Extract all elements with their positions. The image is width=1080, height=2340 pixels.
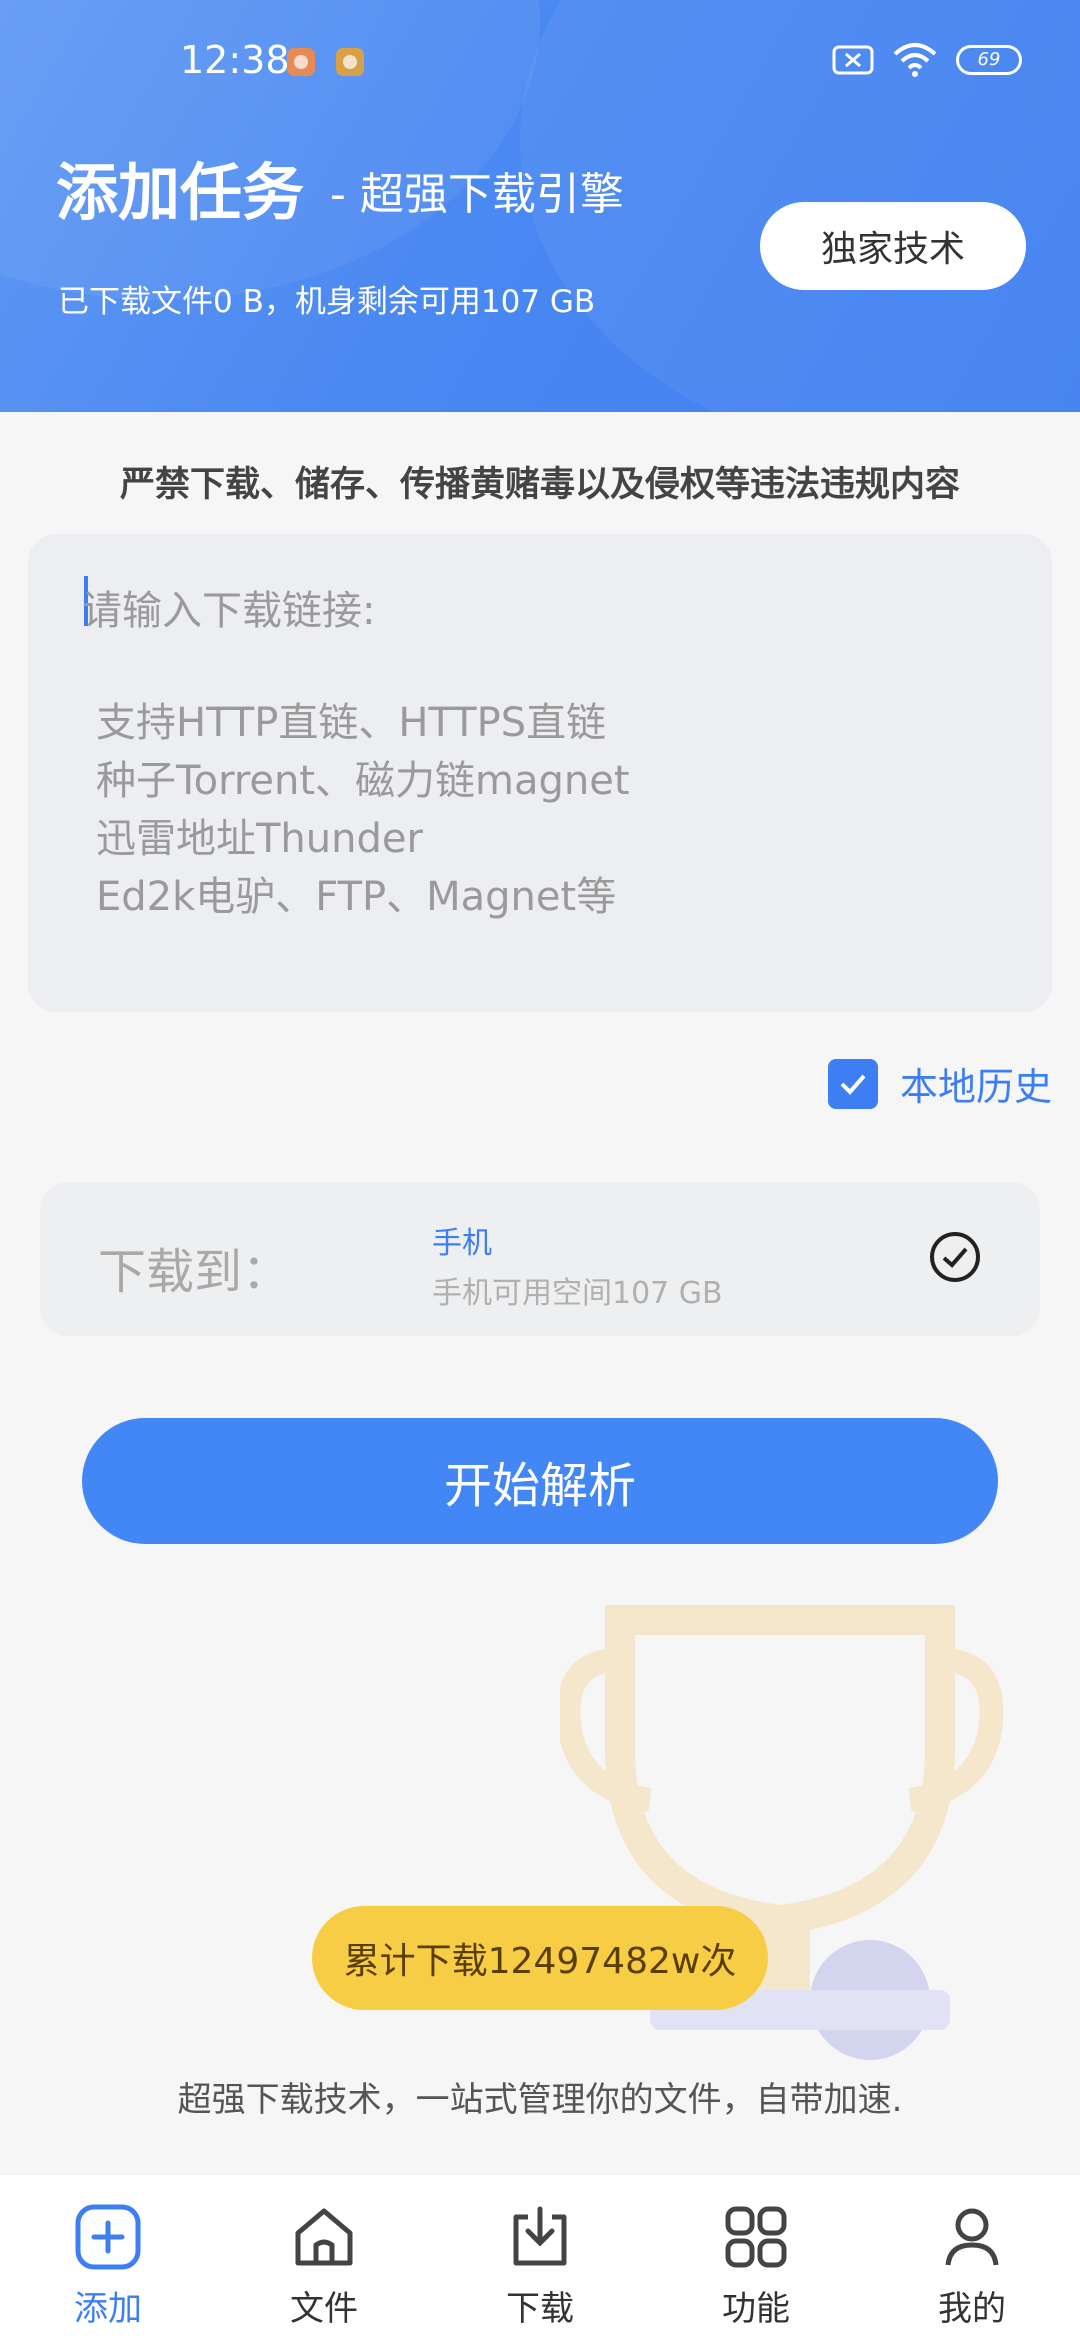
local-history-toggle[interactable]: 本地历史 (827, 1056, 1052, 1111)
status-time: 12:38 (180, 38, 290, 82)
download-count-badge: 累计下载12497482w次 (312, 1906, 768, 2010)
destination-label: 下载到： (98, 1244, 291, 1300)
notification-app-icon (287, 48, 315, 76)
user-icon (945, 2208, 999, 2266)
slogan: 超强下载技术，一站式管理你的文件，自带加速. (177, 2080, 903, 2120)
page-subtitle: - 超强下载引擎 (330, 169, 624, 220)
local-history-label: 本地历史 (899, 1065, 1052, 1109)
storage-info: 已下载文件0 B，机身剩余可用107 GB (58, 284, 596, 320)
tab-files[interactable]: 文件 (216, 2175, 432, 2340)
tab-label: 功能 (722, 2289, 790, 2329)
home-icon (295, 2208, 353, 2266)
notification-app-icon (336, 48, 364, 76)
tab-label: 我的 (938, 2289, 1006, 2329)
checkmark-icon (840, 1074, 866, 1095)
page-title: 添加任务 (56, 156, 305, 229)
link-input[interactable]: 请输入下载链接: 支持HTTP直链、HTTPS直链 种子Torrent、磁力链m… (28, 534, 1052, 1012)
tab-mine[interactable]: 我的 (864, 2175, 1080, 2340)
add-square-icon (75, 2204, 141, 2270)
download-destination[interactable]: 下载到： 手机 手机可用空间107 GB (40, 1182, 1040, 1336)
tab-features[interactable]: 功能 (648, 2175, 864, 2340)
legal-notice: 严禁下载、储存、传播黄赌毒以及侵权等违法违规内容 (119, 465, 960, 505)
hint-line: Ed2k电驴、FTP、Magnet等 (96, 874, 617, 920)
wifi-icon (893, 43, 937, 77)
grid-icon (725, 2206, 787, 2268)
status-bar: 12:38 69 (0, 30, 1080, 94)
start-parse-button[interactable]: 开始解析 (82, 1418, 998, 1544)
tab-label: 文件 (290, 2289, 358, 2329)
check-circle-icon[interactable] (928, 1230, 982, 1284)
battery-icon: 69 (956, 45, 1022, 75)
hint-line: 迅雷地址Thunder (96, 816, 423, 862)
tab-label: 下载 (506, 2289, 574, 2329)
local-history-checkbox[interactable] (827, 1058, 878, 1109)
header: 12:38 69 添加任务 - 超强下载引擎 已下载文件0 B，机身剩余可用10… (0, 0, 1080, 412)
destination-name: 手机 (432, 1226, 492, 1261)
link-input-placeholder: 请输入下载链接: (82, 588, 376, 634)
download-icon (513, 2206, 567, 2266)
exclusive-tech-button[interactable]: 独家技术 (760, 202, 1026, 290)
link-input-hints: 支持HTTP直链、HTTPS直链 种子Torrent、磁力链magnet 迅雷地… (96, 694, 630, 926)
sim-card-icon (832, 45, 874, 75)
tab-download[interactable]: 下载 (432, 2175, 648, 2340)
tab-label: 添加 (74, 2289, 142, 2329)
hint-line: 支持HTTP直链、HTTPS直链 (96, 700, 607, 746)
hint-line: 种子Torrent、磁力链magnet (96, 758, 630, 804)
tab-add[interactable]: 添加 (0, 2175, 216, 2340)
destination-space: 手机可用空间107 GB (432, 1276, 723, 1311)
bottom-tab-bar: 添加 文件 下载 功能 我的 (0, 2174, 1080, 2340)
